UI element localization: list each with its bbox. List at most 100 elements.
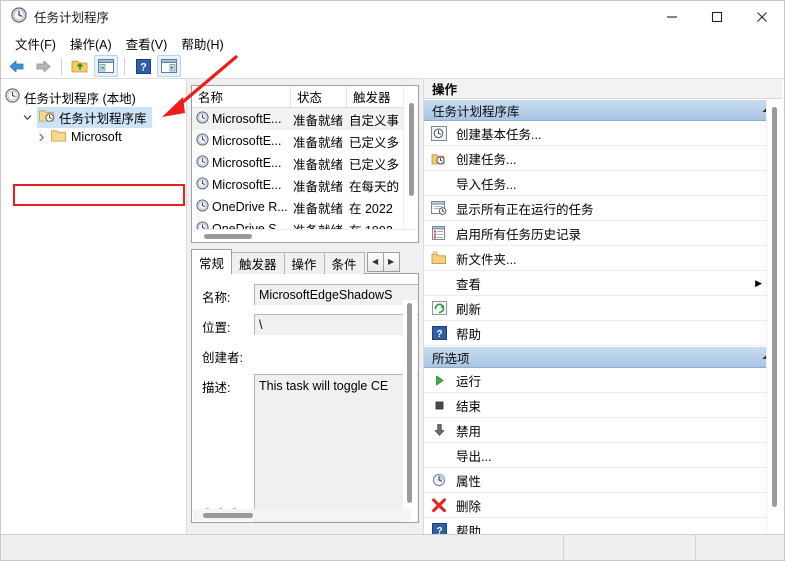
running-tasks-icon (430, 200, 448, 216)
scrollbar-thumb[interactable] (203, 513, 253, 518)
details-vertical-scrollbar[interactable] (403, 300, 417, 522)
task-list-header: 名称 状态 触发器 (192, 86, 418, 108)
tab-general[interactable]: 常规 (191, 249, 233, 274)
menu-action[interactable]: 操作(A) (64, 32, 120, 55)
minimize-button[interactable] (649, 1, 694, 32)
folder-icon (51, 128, 67, 146)
task-description-value[interactable]: This task will toggle CE (254, 374, 418, 522)
tab-scroll-left-button[interactable]: ◀ (366, 251, 384, 272)
scrollbar-thumb[interactable] (204, 234, 252, 239)
tree-node-task-scheduler-local[interactable]: 任务计划程序 (本地) (1, 87, 186, 107)
column-header-status[interactable]: 状态 (291, 86, 347, 107)
tab-scroll-right-button[interactable]: ▶ (382, 251, 400, 272)
task-list-vertical-scrollbar[interactable] (403, 86, 418, 242)
maximize-button[interactable] (694, 1, 739, 32)
play-icon (430, 372, 448, 388)
back-button[interactable] (5, 55, 29, 77)
table-row[interactable]: MicrosoftE... 准备就绪 已定义多 (192, 130, 418, 152)
action-end[interactable]: 结束 (424, 393, 782, 418)
action-create-basic-task[interactable]: 创建基本任务... (424, 121, 782, 146)
tree-node-microsoft[interactable]: Microsoft (1, 127, 186, 147)
actions-group-header-selected-item[interactable]: 所选项 (424, 346, 782, 368)
action-import-task[interactable]: 导入任务... (424, 171, 782, 196)
action-label: 刷新 (456, 302, 482, 317)
action-show-running-tasks[interactable]: 显示所有正在运行的任务 (424, 196, 782, 221)
clock-icon (11, 7, 27, 26)
question-mark-icon: ? (430, 325, 448, 341)
chevron-down-icon[interactable] (21, 111, 33, 123)
action-label: 启用所有任务历史记录 (456, 227, 582, 242)
table-row[interactable]: OneDrive R... 准备就绪 在 2022 (192, 196, 418, 218)
actions-vertical-scrollbar[interactable] (766, 99, 782, 534)
column-header-trigger[interactable]: 触发器 (347, 86, 409, 107)
status-segment-2 (564, 535, 696, 560)
task-clock-icon (196, 177, 209, 193)
show-action-pane-button[interactable] (157, 55, 181, 77)
action-label: 新文件夹... (456, 252, 517, 267)
up-folder-button[interactable] (68, 55, 92, 77)
table-row[interactable]: MicrosoftE... 准备就绪 自定义事 (192, 108, 418, 130)
task-list: 名称 状态 触发器 MicrosoftE... 准备就绪 自定义事 Micros… (191, 85, 419, 243)
scrollbar-thumb[interactable] (407, 303, 412, 503)
scrollbar-thumb[interactable] (409, 103, 414, 196)
action-label: 禁用 (456, 424, 482, 439)
center-pane: 名称 状态 触发器 MicrosoftE... 准备就绪 自定义事 Micros… (187, 79, 424, 534)
toolbar-separator-1 (61, 57, 62, 75)
details-horizontal-scrollbar[interactable] (193, 509, 411, 521)
menu-bar: 文件(F) 操作(A) 查看(V) 帮助(H) (1, 32, 784, 54)
actions-group-header-library[interactable]: 任务计划程序库 (424, 99, 782, 121)
tab-triggers[interactable]: 触发器 (231, 252, 285, 274)
tree-node-task-scheduler-library[interactable]: 任务计划程序库 (1, 106, 186, 128)
submenu-arrow-icon: ▶ (755, 277, 762, 288)
show-hide-console-tree-button[interactable] (94, 55, 118, 77)
column-header-name[interactable]: 名称 (192, 86, 291, 107)
create-task-icon (430, 150, 448, 166)
action-properties[interactable]: 属性 (424, 468, 782, 493)
close-button[interactable] (739, 1, 784, 32)
status-segment-1 (1, 535, 564, 560)
action-export[interactable]: 导出... (424, 443, 782, 468)
scrollbar-thumb[interactable] (772, 107, 777, 507)
task-clock-icon (196, 133, 209, 149)
action-new-folder[interactable]: 新文件夹... (424, 246, 782, 271)
table-row[interactable]: MicrosoftE... 准备就绪 已定义多 (192, 152, 418, 174)
action-label: 删除 (456, 499, 482, 514)
action-label: 创建基本任务... (456, 127, 542, 142)
menu-help[interactable]: 帮助(H) (175, 32, 231, 55)
tab-actions[interactable]: 操作 (283, 252, 325, 274)
properties-clock-icon (430, 472, 448, 488)
task-name-value[interactable]: MicrosoftEdgeShadowS (254, 284, 418, 305)
menu-file[interactable]: 文件(F) (9, 32, 64, 55)
action-disable[interactable]: 禁用 (424, 418, 782, 443)
menu-view[interactable]: 查看(V) (120, 32, 176, 55)
action-help[interactable]: ? 帮助 (424, 321, 782, 346)
task-name: MicrosoftE... (212, 112, 282, 126)
create-basic-task-icon (430, 125, 448, 141)
task-status: 准备就绪 (293, 157, 344, 172)
tab-conditions[interactable]: 条件 (323, 252, 365, 274)
forward-button[interactable] (31, 55, 55, 77)
action-label: 导入任务... (456, 177, 517, 192)
task-clock-icon (196, 155, 209, 171)
table-row[interactable]: MicrosoftE... 准备就绪 在每天的 (192, 174, 418, 196)
task-name: OneDrive R... (212, 200, 288, 214)
action-label: 创建任务... (456, 152, 517, 167)
task-name: MicrosoftE... (212, 156, 282, 170)
action-run[interactable]: 运行 (424, 368, 782, 393)
action-enable-task-history[interactable]: 启用所有任务历史记录 (424, 221, 782, 246)
action-refresh[interactable]: 刷新 (424, 296, 782, 321)
task-status: 准备就绪 (293, 179, 344, 194)
chevron-right-icon[interactable] (35, 131, 47, 143)
action-delete[interactable]: 删除 (424, 493, 782, 518)
help-button[interactable]: ? (131, 55, 155, 77)
question-mark-icon: ? (430, 522, 448, 534)
action-view[interactable]: 查看 ▶ (424, 271, 782, 296)
svg-text:?: ? (140, 61, 147, 73)
action-help-selected[interactable]: ? 帮助 (424, 518, 782, 534)
field-description-row: 描述: This task will toggle CE (192, 374, 418, 522)
window-title: 任务计划程序 (34, 11, 110, 25)
task-location-value[interactable]: \ (254, 314, 418, 335)
action-create-task[interactable]: 创建任务... (424, 146, 782, 171)
task-list-horizontal-scrollbar[interactable] (192, 229, 418, 242)
task-author-value (254, 344, 418, 362)
